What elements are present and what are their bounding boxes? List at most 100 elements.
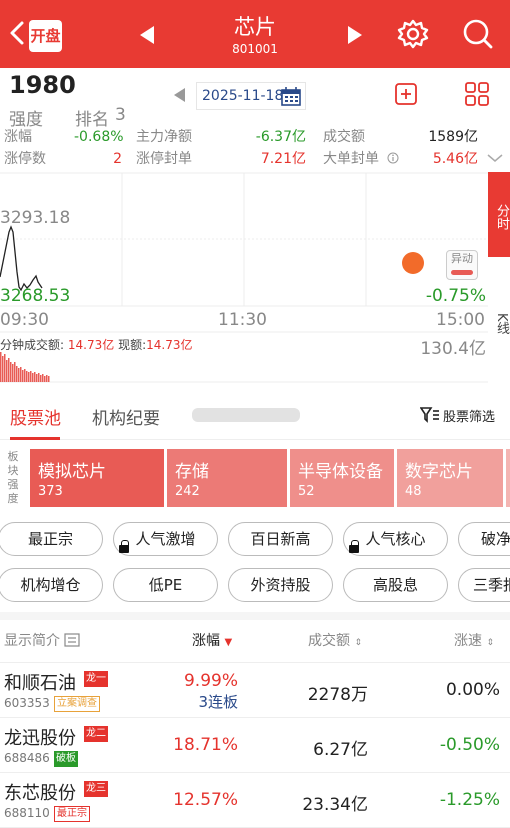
sort-icon: ⇕ (486, 638, 494, 648)
stat-label-big-order: 大单封单 (323, 151, 379, 167)
stock-name: 和顺石油 (4, 673, 76, 694)
tag-pill[interactable]: 三季报 (458, 568, 510, 602)
amount-value: 23.34亿 (302, 795, 368, 815)
speed-value: -1.25% (439, 790, 500, 810)
stock-tag: 立案调查 (54, 696, 100, 712)
tab-institution-notes[interactable]: 机构纪要 (92, 404, 160, 429)
stock-code: 603353 (4, 696, 50, 710)
sector-card[interactable] (506, 449, 510, 507)
table-row[interactable]: 东芯股份 龙三 688110 最正宗 12.57% 23.34亿 -1.25% (0, 773, 510, 828)
yidong-button[interactable]: 异动 (446, 250, 478, 280)
section-divider (0, 612, 510, 620)
col-header-amount[interactable]: 成交额 ⇕ (308, 630, 362, 650)
col-header-name-label: 显示简介 (4, 633, 60, 649)
tab-stock-pool[interactable]: 股票池 (10, 404, 61, 429)
intraday-chart[interactable]: 3293.18 3268.53 -0.75% 09:30 11:30 15:00… (0, 172, 488, 384)
gear-icon[interactable] (396, 17, 430, 51)
chevron-down-icon[interactable] (486, 152, 504, 164)
stat-value-big-order: 5.46亿 (432, 151, 478, 167)
stock-filter-button[interactable]: 股票筛选 (443, 406, 495, 425)
stat-label-change: 涨幅 (4, 129, 32, 145)
rank-label: 排名 (75, 110, 109, 130)
sort-icon: ⇕ (354, 638, 362, 648)
info-icon[interactable] (387, 152, 399, 164)
stock-code: 688110 (4, 806, 50, 820)
tag-pill[interactable]: 外资持股 (228, 568, 333, 602)
sector-code: 801001 (232, 42, 278, 56)
time-start-label: 09:30 (0, 310, 49, 330)
dragon-rank-badge: 龙二 (84, 726, 108, 742)
filter-icon[interactable] (420, 407, 440, 423)
sector-count: 242 (175, 484, 200, 499)
sector-card[interactable]: 存储 242 (167, 449, 287, 507)
tag-pill-label: 人气核心 (365, 530, 426, 548)
yidong-label: 异动 (451, 252, 473, 265)
event-marker-icon[interactable] (402, 252, 424, 274)
dragon-rank-badge: 龙一 (84, 671, 108, 687)
active-tab-indicator (10, 437, 60, 440)
prev-date-icon[interactable] (174, 88, 185, 102)
limit-up-streak: 3连板 (198, 693, 238, 711)
date-value: 2025-11-18 (202, 88, 284, 104)
tag-pill[interactable]: 破净 (458, 522, 510, 556)
speed-value: -0.50% (439, 735, 500, 755)
search-icon[interactable] (461, 17, 495, 51)
col-header-change-label: 涨幅 (192, 633, 220, 649)
col-header-change[interactable]: 涨幅 ▼ (192, 630, 232, 650)
stat-value-change: -0.68% (74, 129, 124, 145)
table-row[interactable]: 龙迅股份 龙二 688486 破板 18.71% 6.27亿 -0.50% (0, 718, 510, 773)
strength-value: 1980 (9, 71, 76, 99)
stat-value-limit-order: 7.21亿 (260, 151, 306, 167)
price-high-label: 3293.18 (0, 208, 71, 228)
tag-pill-locked[interactable]: 人气激增 (113, 522, 218, 556)
intro-toggle-icon (64, 633, 81, 647)
time-end-label: 15:00 (436, 310, 485, 330)
col-header-speed[interactable]: 涨速 ⇕ (454, 630, 494, 650)
amount-value: 2278万 (307, 685, 368, 705)
tag-pill[interactable]: 最正宗 (0, 522, 103, 556)
tab-kline[interactable]: K线 (488, 304, 510, 344)
prev-sector-icon[interactable] (140, 26, 154, 44)
tag-pill-locked[interactable]: 人气核心 (343, 522, 448, 556)
back-arrow-icon[interactable] (6, 18, 28, 48)
tag-pill-label: 人气激增 (135, 530, 196, 548)
sector-name: 数字芯片 (405, 462, 473, 482)
rank-value: 3 (115, 105, 126, 125)
dragon-rank-badge: 龙三 (84, 781, 108, 797)
lock-icon (119, 540, 129, 553)
sector-card[interactable]: 模拟芯片 373 (30, 449, 164, 507)
top-header: 开盘 芯片 801001 (0, 0, 510, 68)
price-low-label: 3268.53 (0, 286, 71, 306)
next-sector-icon[interactable] (348, 26, 362, 44)
stat-value-limit-up-count: 2 (113, 151, 122, 167)
strength-label: 强度 (9, 110, 43, 130)
stat-label-main-net: 主力净额 (136, 129, 192, 145)
tag-pill[interactable]: 高股息 (343, 568, 448, 602)
tag-pill[interactable]: 百日新高 (228, 522, 333, 556)
kaipan-logo-button[interactable]: 开盘 (29, 20, 62, 52)
stat-label-limit-order: 涨停封单 (136, 151, 192, 167)
col-header-name[interactable]: 显示简介 (4, 630, 81, 650)
stat-label-turnover: 成交额 (323, 129, 365, 145)
sector-card[interactable]: 半导体设备 52 (290, 449, 394, 507)
page-title: 芯片 (234, 15, 276, 39)
col-header-speed-label: 涨速 (454, 633, 482, 649)
speed-value: 0.00% (445, 680, 500, 700)
add-watchlist-icon[interactable] (394, 82, 418, 106)
blurred-tab[interactable] (192, 408, 300, 422)
sector-count: 52 (298, 484, 315, 499)
current-volume-label: 现额: (118, 338, 147, 352)
tag-pill[interactable]: 机构增仓 (0, 568, 103, 602)
grid-layout-icon[interactable] (464, 81, 490, 107)
chart-side-tabs: 分时 K线 (488, 172, 510, 384)
sector-card[interactable]: 数字芯片 48 (397, 449, 503, 507)
stat-value-main-net: -6.37亿 (255, 129, 306, 145)
date-picker[interactable]: 2025-11-18 (196, 82, 306, 110)
tag-pill[interactable]: 低PE (113, 568, 218, 602)
sector-name: 半导体设备 (298, 462, 383, 482)
tab-fenshi[interactable]: 分时 (488, 172, 510, 257)
stock-tag: 破板 (54, 751, 78, 767)
table-row[interactable]: 和顺石油 龙一 603353 立案调查 9.99% 3连板 2278万 0.00… (0, 663, 510, 718)
stock-code: 688486 (4, 751, 50, 765)
sort-desc-icon: ▼ (224, 637, 233, 648)
